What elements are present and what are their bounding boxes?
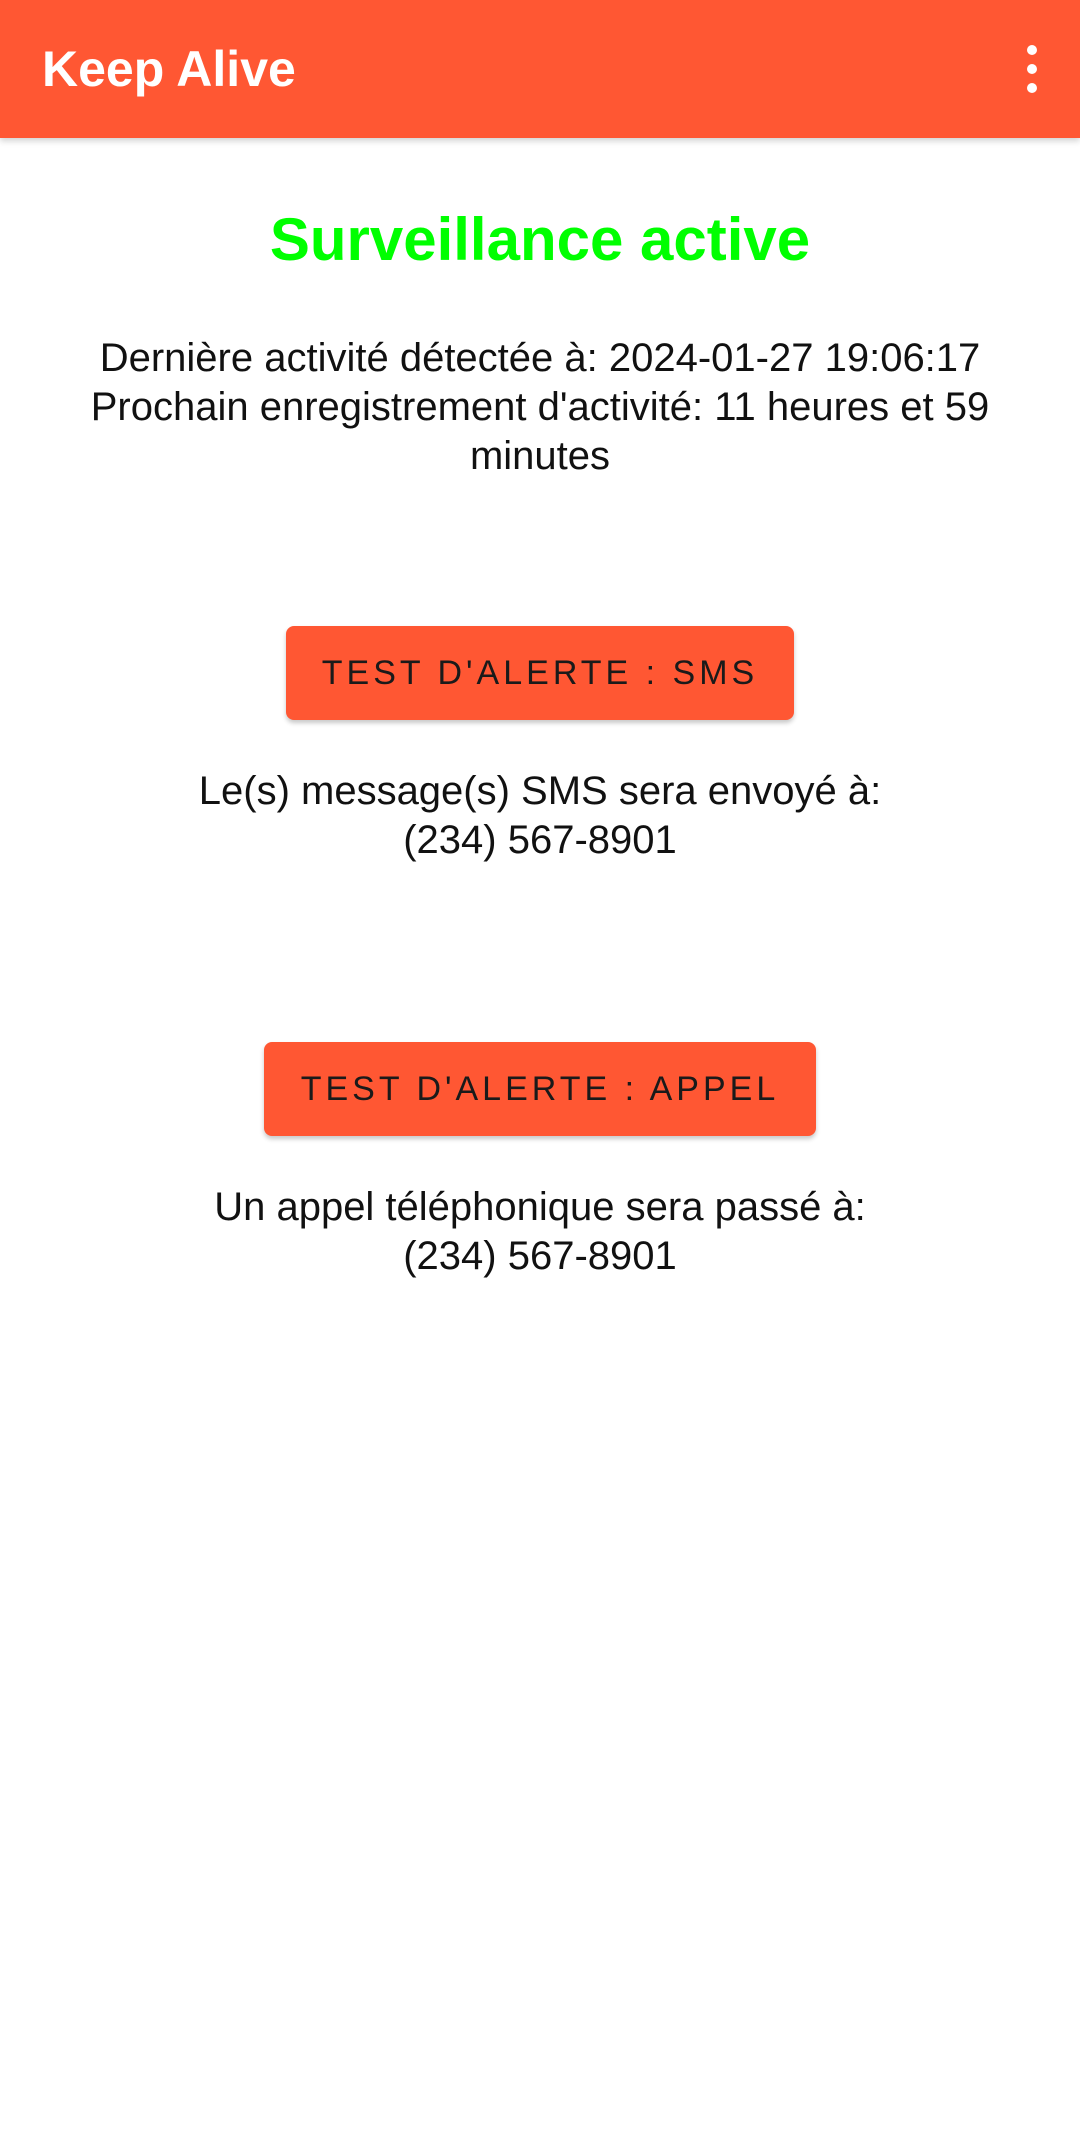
activity-info: Dernière activité détectée à: 2024-01-27… [40, 334, 1040, 481]
test-sms-alert-button[interactable]: TEST D'ALERTE : SMS [286, 626, 794, 720]
sms-phone-number: (234) 567-8901 [403, 818, 677, 862]
app-title: Keep Alive [42, 41, 296, 97]
more-vert-icon[interactable] [984, 24, 1080, 114]
test-call-alert-button[interactable]: TEST D'ALERTE : APPEL [264, 1042, 816, 1136]
last-activity-text: Dernière activité détectée à: 2024-01-27… [99, 336, 981, 380]
app-bar: Keep Alive [0, 0, 1080, 138]
call-info: Un appel téléphonique sera passé à: (234… [40, 1183, 1040, 1281]
menu-dot [1027, 45, 1037, 55]
menu-dot [1027, 64, 1037, 74]
status-title: Surveillance active [269, 206, 811, 273]
sms-info-text: Le(s) message(s) SMS sera envoyé à: [198, 769, 882, 813]
sms-info: Le(s) message(s) SMS sera envoyé à: (234… [40, 767, 1040, 865]
menu-dot [1027, 83, 1037, 93]
call-phone-number: (234) 567-8901 [403, 1234, 677, 1278]
call-info-text: Un appel téléphonique sera passé à: [214, 1185, 866, 1229]
next-record-text: Prochain enregistrement d'activité: 11 h… [90, 385, 990, 478]
